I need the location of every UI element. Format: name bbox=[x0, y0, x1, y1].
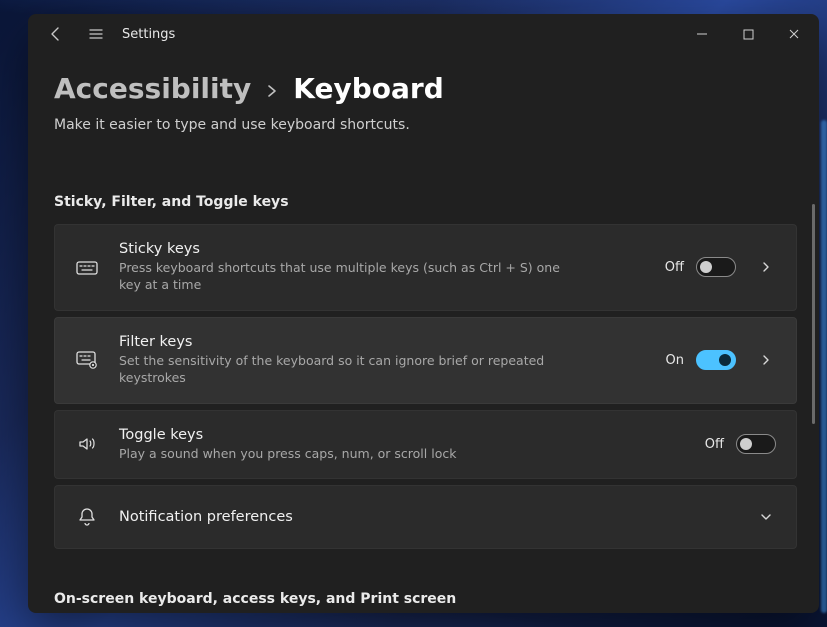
sticky-keys-toggle[interactable] bbox=[696, 257, 736, 277]
section-heading-osk: On-screen keyboard, access keys, and Pri… bbox=[54, 591, 797, 607]
breadcrumb: Accessibility Keyboard bbox=[54, 72, 793, 105]
sticky-keys-title: Sticky keys bbox=[119, 241, 645, 257]
expand-filter-icon[interactable] bbox=[756, 354, 776, 366]
notification-prefs-title: Notification preferences bbox=[119, 509, 736, 525]
section-heading-keys: Sticky, Filter, and Toggle keys bbox=[54, 194, 797, 210]
notification-prefs-row[interactable]: Notification preferences bbox=[54, 485, 797, 549]
filter-keys-title: Filter keys bbox=[119, 334, 646, 350]
page-subtitle: Make it easier to type and use keyboard … bbox=[54, 117, 793, 133]
content-area: Accessibility Keyboard Make it easier to… bbox=[28, 54, 819, 613]
minimize-button[interactable] bbox=[679, 16, 725, 52]
app-title: Settings bbox=[122, 27, 175, 42]
filter-keys-state: On bbox=[666, 353, 684, 368]
bell-icon bbox=[75, 507, 99, 527]
maximize-button[interactable] bbox=[725, 16, 771, 52]
expand-sticky-icon[interactable] bbox=[756, 261, 776, 273]
sticky-keys-desc: Press keyboard shortcuts that use multip… bbox=[119, 260, 579, 294]
window-controls bbox=[679, 16, 817, 52]
keyboard-icon bbox=[75, 258, 99, 276]
toggle-keys-title: Toggle keys bbox=[119, 427, 685, 443]
keyboard-gear-icon bbox=[75, 350, 99, 370]
expand-notif-icon[interactable] bbox=[756, 511, 776, 523]
toggle-keys-state: Off bbox=[705, 437, 724, 452]
window-edge-glow bbox=[821, 120, 827, 613]
close-button[interactable] bbox=[771, 16, 817, 52]
toggle-keys-toggle[interactable] bbox=[736, 434, 776, 454]
back-button[interactable] bbox=[36, 14, 76, 54]
sound-icon bbox=[75, 435, 99, 453]
filter-keys-row[interactable]: Filter keys Set the sensitivity of the k… bbox=[54, 317, 797, 404]
filter-keys-toggle[interactable] bbox=[696, 350, 736, 370]
scrollbar-thumb[interactable] bbox=[812, 204, 815, 424]
toggle-keys-desc: Play a sound when you press caps, num, o… bbox=[119, 446, 579, 463]
page-title: Keyboard bbox=[293, 72, 443, 105]
settings-list[interactable]: Sticky, Filter, and Toggle keys Sticky k… bbox=[54, 186, 797, 613]
titlebar: Settings bbox=[28, 14, 819, 54]
nav-menu-button[interactable] bbox=[76, 14, 116, 54]
breadcrumb-parent[interactable]: Accessibility bbox=[54, 72, 251, 105]
sticky-keys-state: Off bbox=[665, 260, 684, 275]
settings-window: Settings Accessibility Keyboard Make it … bbox=[28, 14, 819, 613]
toggle-keys-row[interactable]: Toggle keys Play a sound when you press … bbox=[54, 410, 797, 480]
filter-keys-desc: Set the sensitivity of the keyboard so i… bbox=[119, 353, 579, 387]
sticky-keys-row[interactable]: Sticky keys Press keyboard shortcuts tha… bbox=[54, 224, 797, 311]
chevron-right-icon bbox=[265, 84, 279, 98]
